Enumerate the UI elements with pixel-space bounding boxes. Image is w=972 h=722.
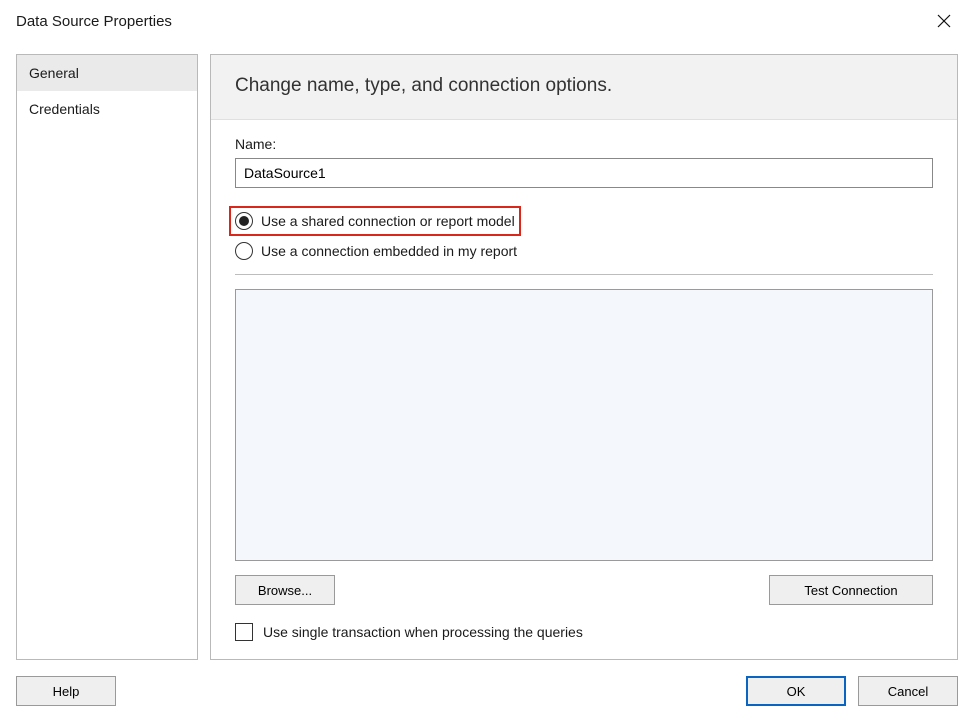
dialog-footer: Help OK Cancel	[16, 674, 958, 708]
test-connection-button[interactable]: Test Connection	[769, 575, 933, 605]
checkbox-label: Use single transaction when processing t…	[263, 624, 583, 640]
name-input[interactable]	[235, 158, 933, 188]
sidebar-item-label: General	[29, 65, 79, 81]
checkbox-icon	[235, 623, 253, 641]
cancel-button[interactable]: Cancel	[858, 676, 958, 706]
browse-button[interactable]: Browse...	[235, 575, 335, 605]
close-button[interactable]	[930, 7, 958, 35]
radio-icon	[235, 212, 253, 230]
sidebar-item-credentials[interactable]: Credentials	[17, 91, 197, 127]
radio-label: Use a connection embedded in my report	[261, 243, 517, 259]
content-area: General Credentials Change name, type, a…	[16, 54, 958, 660]
browse-row: Browse... Test Connection	[235, 575, 933, 605]
close-icon	[937, 14, 951, 28]
sidebar-item-general[interactable]: General	[17, 55, 197, 91]
name-label: Name:	[235, 136, 933, 152]
connection-list[interactable]	[235, 289, 933, 561]
single-transaction-checkbox[interactable]: Use single transaction when processing t…	[235, 623, 933, 641]
radio-embedded-connection[interactable]: Use a connection embedded in my report	[235, 238, 933, 264]
sidebar-item-label: Credentials	[29, 101, 100, 117]
sidebar: General Credentials	[16, 54, 198, 660]
panel-header: Change name, type, and connection option…	[211, 55, 957, 120]
separator	[235, 274, 933, 275]
footer-right: OK Cancel	[746, 676, 958, 706]
radio-shared-connection[interactable]: Use a shared connection or report model	[229, 206, 521, 236]
radio-label: Use a shared connection or report model	[261, 213, 515, 229]
ok-button[interactable]: OK	[746, 676, 846, 706]
window-title: Data Source Properties	[16, 13, 172, 30]
help-button[interactable]: Help	[16, 676, 116, 706]
main-panel: Change name, type, and connection option…	[210, 54, 958, 660]
titlebar: Data Source Properties	[0, 0, 972, 42]
panel-body: Name: Use a shared connection or report …	[211, 120, 957, 659]
radio-icon	[235, 242, 253, 260]
connection-type-group: Use a shared connection or report model …	[235, 206, 933, 264]
